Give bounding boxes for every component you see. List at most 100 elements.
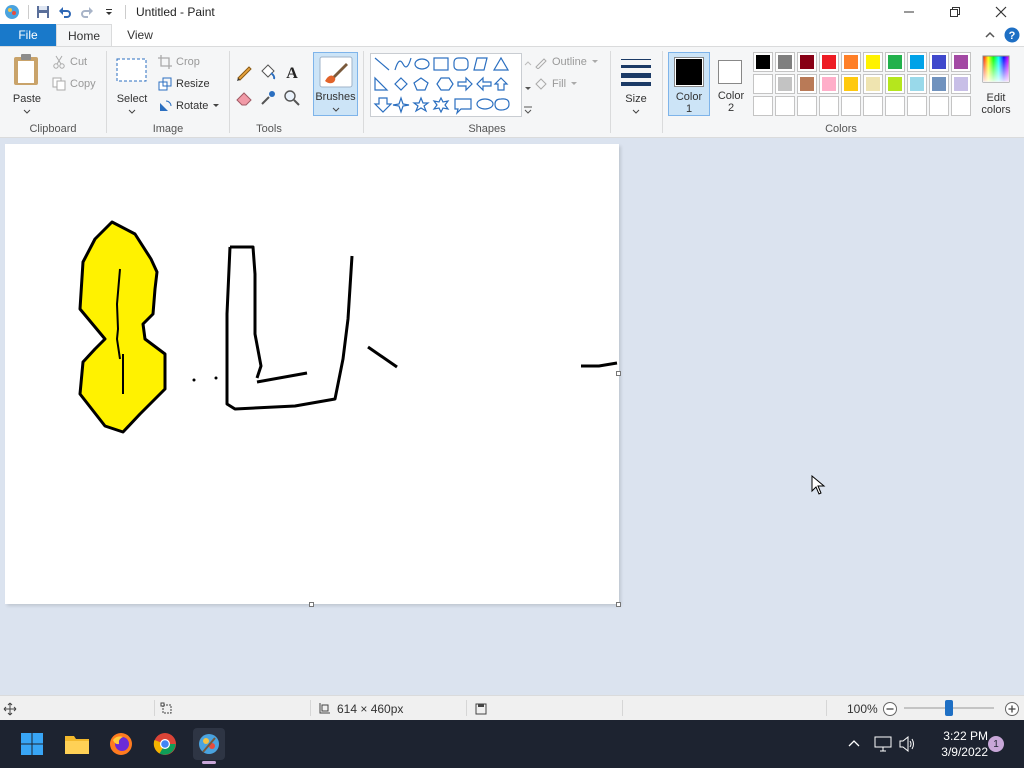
network-icon[interactable] (874, 736, 892, 752)
tab-view[interactable]: View (112, 24, 168, 46)
palette-swatch[interactable] (929, 74, 949, 94)
brush-icon (319, 56, 353, 88)
magnifier-icon[interactable] (283, 89, 301, 107)
volume-icon[interactable] (898, 736, 916, 752)
palette-swatch[interactable] (775, 96, 795, 116)
drawing-canvas[interactable] (5, 144, 619, 604)
customize-qat-icon[interactable] (99, 2, 119, 22)
palette-swatch[interactable] (775, 74, 795, 94)
edit-colors-button[interactable]: Edit colors (976, 52, 1016, 118)
palette-swatch[interactable] (907, 52, 927, 72)
palette-swatch[interactable] (797, 96, 817, 116)
resize-handle-right[interactable] (616, 371, 621, 376)
zoom-slider-track[interactable] (904, 700, 994, 716)
crop-button[interactable]: Crop (158, 55, 200, 69)
brushes-button[interactable]: Brushes (313, 52, 358, 116)
color1-label-line1: Color (675, 91, 703, 103)
taskbar-firefox[interactable] (105, 728, 137, 760)
taskbar-file-explorer[interactable] (61, 728, 93, 760)
taskbar-chrome[interactable] (149, 728, 181, 760)
color2-button[interactable]: Color 2 (712, 52, 750, 116)
maximize-button[interactable] (932, 0, 978, 24)
palette-swatch[interactable] (929, 52, 949, 72)
palette-swatch[interactable] (819, 52, 839, 72)
shapes-gallery-icons[interactable] (371, 54, 523, 118)
color-picker-icon[interactable] (259, 89, 277, 107)
zoom-in-icon[interactable] (1004, 701, 1020, 717)
palette-swatch[interactable] (907, 74, 927, 94)
palette-swatch[interactable] (841, 52, 861, 72)
palette-swatch[interactable] (863, 52, 883, 72)
palette-swatch[interactable] (951, 96, 971, 116)
shapes-gallery-scroll[interactable] (523, 53, 533, 117)
size-button[interactable]: Size (617, 51, 655, 117)
fill-label: Fill (552, 78, 567, 90)
resize-button[interactable]: Resize (158, 77, 210, 91)
palette-swatch[interactable] (775, 52, 795, 72)
palette-swatch[interactable] (951, 74, 971, 94)
pencil-icon[interactable] (235, 63, 253, 81)
system-clock[interactable]: 3:22 PM 3/9/2022 (941, 728, 988, 760)
cut-button[interactable]: Cut (52, 55, 87, 69)
paint-app-icon[interactable] (2, 2, 22, 22)
undo-icon[interactable] (55, 2, 75, 22)
fill-button[interactable]: Fill (534, 77, 578, 91)
line-width-icon (621, 59, 651, 86)
palette-swatch[interactable] (841, 96, 861, 116)
redo-icon[interactable] (77, 2, 97, 22)
palette-swatch[interactable] (907, 96, 927, 116)
outline-button[interactable]: Outline (534, 55, 599, 69)
palette-swatch[interactable] (929, 96, 949, 116)
rotate-button[interactable]: Rotate (158, 99, 220, 113)
collapse-ribbon-icon[interactable] (984, 29, 996, 41)
start-button[interactable] (16, 728, 48, 760)
close-icon (995, 6, 1007, 18)
palette-swatch[interactable] (951, 52, 971, 72)
zoom-slider-thumb[interactable] (945, 700, 953, 716)
palette-swatch[interactable] (885, 96, 905, 116)
palette-swatch[interactable] (753, 74, 773, 94)
palette-swatch[interactable] (819, 74, 839, 94)
size-group: Size (611, 47, 661, 137)
taskbar: 3:22 PM 3/9/2022 1 (0, 720, 1024, 768)
fill-bucket-icon[interactable] (259, 63, 277, 81)
zoom-out-icon[interactable] (882, 701, 898, 717)
tools-group-label: Tools (256, 123, 282, 135)
palette-swatch[interactable] (863, 96, 883, 116)
resize-handle-bottom[interactable] (309, 602, 314, 607)
palette-swatch[interactable] (885, 52, 905, 72)
image-group: Select Crop Resize Rotate Image (107, 47, 229, 137)
notification-badge[interactable]: 1 (988, 736, 1004, 752)
paste-label: Paste (12, 93, 42, 105)
eraser-icon[interactable] (235, 89, 253, 107)
palette-swatch[interactable] (819, 96, 839, 116)
palette-swatch[interactable] (797, 52, 817, 72)
copy-button[interactable]: Copy (52, 77, 96, 91)
palette-swatch[interactable] (885, 74, 905, 94)
taskbar-paint[interactable] (193, 728, 225, 764)
tab-home[interactable]: Home (56, 24, 112, 46)
help-icon[interactable]: ? (1004, 27, 1020, 43)
chevron-up-icon[interactable] (848, 738, 860, 750)
selection-size-icon (160, 702, 172, 714)
clock-date: 3/9/2022 (941, 745, 988, 759)
minimize-button[interactable] (886, 0, 932, 24)
palette-swatch[interactable] (841, 74, 861, 94)
palette-swatch[interactable] (753, 52, 773, 72)
chrome-icon (153, 733, 176, 755)
color1-button[interactable]: Color 1 (668, 52, 710, 116)
paste-button[interactable]: Paste (8, 51, 46, 117)
palette-swatch[interactable] (797, 74, 817, 94)
status-divider (622, 700, 623, 716)
resize-handle-corner[interactable] (616, 602, 621, 607)
select-button[interactable]: Select (113, 51, 151, 117)
text-tool-icon[interactable]: A (283, 63, 301, 81)
palette-swatch[interactable] (753, 96, 773, 116)
chevron-down-icon (128, 109, 136, 114)
save-icon[interactable] (33, 2, 53, 22)
palette-swatch-fill (866, 99, 880, 113)
tab-file[interactable]: File (0, 24, 56, 46)
palette-swatch-fill (756, 77, 770, 91)
palette-swatch[interactable] (863, 74, 883, 94)
close-button[interactable] (978, 0, 1024, 24)
